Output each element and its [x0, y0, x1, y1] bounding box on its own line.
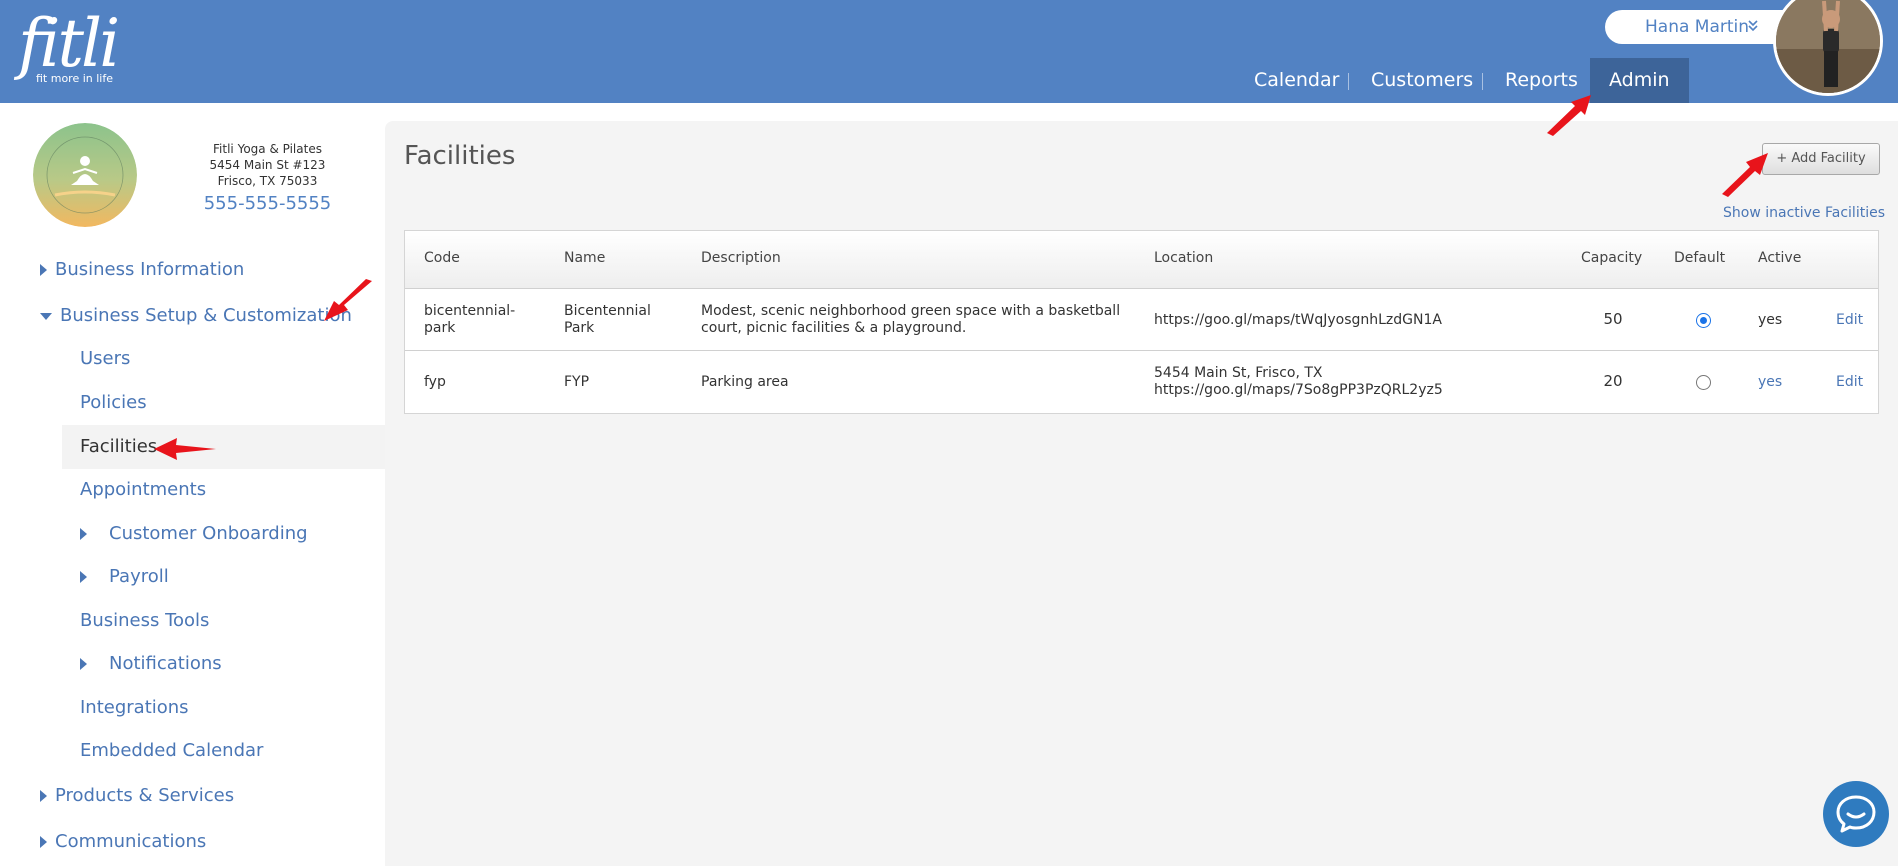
facility-code: fyp: [424, 374, 446, 390]
fitli-logo[interactable]: fitli fit more in life: [16, 6, 121, 90]
caret-right-icon: [80, 528, 87, 540]
sidebar-item-label: Products & Services: [55, 785, 235, 806]
page-title: Facilities: [404, 141, 516, 171]
app-header: fitli fit more in life Hana Martin Calen…: [0, 0, 1898, 103]
facility-code: bicentennial- park: [424, 303, 515, 337]
business-name: Fitli Yoga & Pilates: [213, 142, 322, 156]
chat-widget-button[interactable]: [1823, 781, 1889, 847]
facility-active-status: yes: [1758, 312, 1783, 328]
user-avatar[interactable]: [1773, 0, 1883, 96]
logo-tagline: fit more in life: [36, 72, 114, 85]
table-row[interactable]: bicentennial- park Bicentennial Park Mod…: [405, 289, 1878, 351]
default-radio[interactable]: [1696, 313, 1711, 328]
facilities-panel: Facilities + Add Facility Show inactive …: [385, 121, 1898, 866]
sidebar-item-communications[interactable]: Communications: [40, 822, 206, 862]
facility-description-line: Modest, scenic neighborhood green space …: [701, 303, 1121, 319]
facility-code-line: park: [424, 320, 456, 336]
column-header-code: Code: [424, 250, 460, 266]
caret-right-icon: [40, 790, 47, 802]
sidebar-item-policies[interactable]: Policies: [80, 383, 147, 423]
facility-name-line: Park: [564, 320, 595, 336]
default-radio[interactable]: [1696, 375, 1711, 390]
logo-wordmark: fitli: [18, 5, 120, 82]
column-header-default: Default: [1674, 250, 1726, 266]
facility-capacity: 50: [1603, 310, 1623, 328]
facility-description-line: court, picnic facilities & a playground.: [701, 320, 967, 336]
business-address-line1: 5454 Main St #123: [209, 158, 326, 172]
facility-location-line: https://goo.gl/maps/tWqJyosgnhLzdGN1A: [1154, 312, 1442, 328]
sidebar-item-label: Business Setup & Customization: [60, 305, 352, 326]
facility-description: Parking area: [701, 374, 789, 390]
sidebar-item-integrations[interactable]: Integrations: [80, 688, 189, 728]
sidebar-item-label: Business Information: [55, 259, 245, 280]
caret-right-icon: [40, 264, 47, 276]
facility-location-line: 5454 Main St, Frisco, TX: [1154, 365, 1323, 381]
sidebar-item-label: Communications: [55, 831, 207, 852]
business-phone[interactable]: 555-555-5555: [180, 191, 355, 217]
user-name: Hana Martin: [1645, 17, 1750, 37]
facility-capacity: 20: [1603, 372, 1623, 390]
user-menu-button[interactable]: Hana Martin: [1605, 10, 1800, 44]
edit-facility-link[interactable]: Edit: [1836, 312, 1863, 329]
sidebar-item-business-tools[interactable]: Business Tools: [80, 601, 209, 641]
sidebar-item-embedded-calendar[interactable]: Embedded Calendar: [80, 731, 263, 771]
facility-active-toggle-link[interactable]: yes: [1758, 374, 1782, 391]
table-header: Code Name Description Location Capacity …: [405, 231, 1878, 289]
business-contact-info: Fitli Yoga & Pilates 5454 Main St #123 F…: [180, 141, 355, 217]
column-header-location: Location: [1154, 250, 1214, 266]
facility-location: 5454 Main St, Frisco, TX https://goo.gl/…: [1154, 365, 1443, 399]
sidebar-item-notifications[interactable]: Notifications: [80, 644, 222, 684]
caret-right-icon: [40, 836, 47, 848]
business-logo: [33, 123, 137, 227]
sidebar-item-customer-onboarding[interactable]: Customer Onboarding: [80, 514, 308, 554]
avatar-photo: [1776, 0, 1880, 93]
nav-admin[interactable]: Admin: [1590, 58, 1689, 103]
sidebar-item-label: Customer Onboarding: [109, 523, 308, 544]
caret-right-icon: [80, 571, 87, 583]
add-facility-button[interactable]: + Add Facility: [1762, 143, 1880, 175]
column-header-name: Name: [564, 250, 606, 266]
facility-code-line: bicentennial-: [424, 303, 516, 319]
facility-location: https://goo.gl/maps/tWqJyosgnhLzdGN1A: [1154, 312, 1442, 329]
column-header-capacity: Capacity: [1581, 250, 1643, 266]
facility-name: FYP: [564, 374, 590, 390]
caret-down-icon: [40, 312, 52, 320]
sidebar-item-appointments[interactable]: Appointments: [80, 470, 206, 510]
facility-location-line: https://goo.gl/maps/7So8gPP3PzQRL2yz5: [1154, 382, 1443, 398]
admin-sidebar: Fitli Yoga & Pilates 5454 Main St #123 F…: [0, 103, 385, 866]
sidebar-item-facilities[interactable]: Facilities: [62, 425, 385, 469]
sidebar-item-label: Notifications: [109, 653, 222, 674]
chat-bubble-icon: [1836, 795, 1876, 833]
nav-customers[interactable]: Customers: [1371, 58, 1473, 103]
business-address-line2: Frisco, TX 75033: [217, 174, 318, 188]
column-header-description: Description: [701, 250, 781, 266]
sidebar-item-products-services[interactable]: Products & Services: [40, 776, 234, 816]
facility-name: Bicentennial Park: [564, 303, 651, 337]
nav-reports[interactable]: Reports: [1505, 58, 1578, 103]
facilities-table: Code Name Description Location Capacity …: [404, 230, 1879, 414]
sidebar-item-users[interactable]: Users: [80, 339, 130, 379]
table-row[interactable]: fyp FYP Parking area 5454 Main St, Frisc…: [405, 351, 1878, 413]
facility-description: Modest, scenic neighborhood green space …: [701, 303, 1120, 337]
edit-facility-link[interactable]: Edit: [1836, 374, 1863, 391]
facility-name-line: Bicentennial: [564, 303, 651, 319]
double-chevron-down-icon: [1748, 20, 1758, 32]
sidebar-item-label: Payroll: [109, 566, 169, 587]
nav-separator: [1348, 73, 1349, 90]
nav-separator: [1482, 73, 1483, 90]
sidebar-item-business-information[interactable]: Business Information: [40, 250, 244, 290]
sidebar-item-business-setup[interactable]: Business Setup & Customization: [40, 296, 352, 336]
show-inactive-facilities-link[interactable]: Show inactive Facilities: [1723, 205, 1885, 221]
sidebar-item-payroll[interactable]: Payroll: [80, 557, 169, 597]
caret-right-icon: [80, 658, 87, 670]
column-header-active: Active: [1758, 250, 1802, 266]
yoga-logo-icon: [33, 123, 137, 227]
nav-calendar[interactable]: Calendar: [1254, 58, 1339, 103]
